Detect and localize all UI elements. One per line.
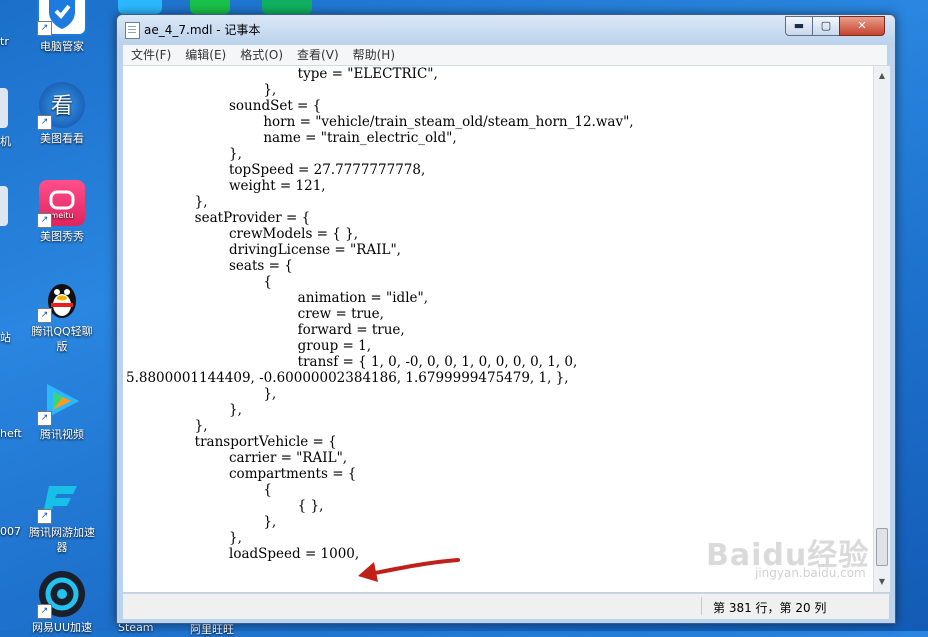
code-line: crew = true, xyxy=(126,306,384,322)
desktop-icon-meitu-kankan[interactable]: 看 ↗ 美图看看 xyxy=(27,82,97,146)
code-line: }, xyxy=(126,386,277,402)
menu-bar: 文件(F) 编辑(E) 格式(O) 查看(V) 帮助(H) xyxy=(123,45,887,66)
eye-viewer-icon: 看 ↗ xyxy=(37,82,85,130)
annotation-arrow-icon xyxy=(358,558,460,582)
shield-icon: ↗ xyxy=(37,0,87,36)
svg-text:看: 看 xyxy=(51,94,73,119)
desktop-icon-label: 电脑管家 xyxy=(40,40,84,53)
desktop-icon-label: 美图秀秀 xyxy=(40,230,84,243)
desktop-icon-label: 网易UU加速 xyxy=(31,621,93,634)
title-bar[interactable]: ae_4_7.mdl - 记事本 ▬ ▢ ✕ xyxy=(117,15,895,43)
desktop-edge-label: 机 xyxy=(0,135,11,148)
minimize-button[interactable]: ▬ xyxy=(785,16,813,36)
shortcut-arrow-icon: ↗ xyxy=(37,411,52,426)
shortcut-arrow-icon: ↗ xyxy=(37,21,52,36)
scroll-down-icon[interactable]: ▼ xyxy=(874,574,890,590)
code-line: drivingLicense = "RAIL", xyxy=(126,242,401,258)
vertical-scrollbar[interactable]: ▲ ▼ xyxy=(873,66,890,592)
code-line: }, xyxy=(126,418,208,434)
code-line: crewModels = { }, xyxy=(126,226,359,242)
code-text: type = "ELECTRIC", }, soundSet = { horn … xyxy=(123,66,873,562)
code-line: type = "ELECTRIC", xyxy=(126,66,438,82)
desktop-icon-tencent-video[interactable]: ↗ 腾讯视频 xyxy=(27,378,97,442)
code-line: seats = { xyxy=(126,258,293,274)
code-line: { }, xyxy=(126,498,324,514)
code-line: { xyxy=(126,274,272,290)
text-editor[interactable]: type = "ELECTRIC", }, soundSet = { horn … xyxy=(123,66,873,592)
partial-desktop-icon[interactable] xyxy=(262,0,312,14)
penguin-icon: ↗ xyxy=(37,275,85,323)
code-line: transf = { 1, 0, -0, 0, 0, 1, 0, 0, 0, 0… xyxy=(126,354,578,370)
close-button[interactable]: ✕ xyxy=(839,16,885,36)
code-line: seatProvider = { xyxy=(126,210,311,226)
code-line: group = 1, xyxy=(126,338,371,354)
menu-edit[interactable]: 编辑(E) xyxy=(177,45,232,63)
desktop-icon-pc-manager[interactable]: ↗ 电脑管家 xyxy=(27,0,97,54)
status-divider xyxy=(701,597,702,615)
window-title: ae_4_7.mdl - 记事本 xyxy=(144,23,261,37)
desktop-edge-label: tr xyxy=(0,35,9,48)
code-line: }, xyxy=(126,82,277,98)
desktop-icon-uu-accelerator[interactable]: ↗ 网易UU加速 xyxy=(27,571,97,635)
code-line: weight = 121, xyxy=(126,178,326,194)
baidu-watermark-url: jingyan.baidu.com xyxy=(755,566,866,580)
desktop-icon-label: 美图看看 xyxy=(40,132,84,145)
meitu-logo-icon: meitu ↗ xyxy=(37,180,85,228)
partial-desktop-icon[interactable] xyxy=(0,88,8,128)
desktop-icon-label: 腾讯视频 xyxy=(40,428,84,441)
code-line: soundSet = { xyxy=(126,98,322,114)
cursor-position: 第 381 行，第 20 列 xyxy=(713,601,827,615)
code-line: }, xyxy=(126,194,208,210)
desktop-edge-label: heft xyxy=(0,427,22,440)
partial-desktop-icon[interactable] xyxy=(0,186,8,226)
code-line: }, xyxy=(126,146,242,162)
shortcut-arrow-icon: ↗ xyxy=(37,308,52,323)
menu-view[interactable]: 查看(V) xyxy=(289,45,345,63)
maximize-button[interactable]: ▢ xyxy=(812,16,840,36)
desktop-icon-qq[interactable]: ↗ 腾讯QQ轻聊版 xyxy=(27,275,97,354)
desktop-edge-label: 007 xyxy=(0,525,21,538)
code-line: horn = "vehicle/train_steam_old/steam_ho… xyxy=(126,114,634,130)
desktop-icon-label: 腾讯网游加速器 xyxy=(29,526,95,554)
desktop-icon-meitu-xiuxiu[interactable]: meitu ↗ 美图秀秀 xyxy=(27,180,97,244)
svg-text:meitu: meitu xyxy=(50,211,73,220)
play-icon: ↗ xyxy=(37,378,85,426)
shortcut-arrow-icon: ↗ xyxy=(37,509,52,524)
code-line: }, xyxy=(126,402,242,418)
menu-help[interactable]: 帮助(H) xyxy=(345,45,401,63)
code-line: carrier = "RAIL", xyxy=(126,450,348,466)
menu-file[interactable]: 文件(F) xyxy=(123,45,177,63)
code-line: compartments = { xyxy=(126,466,357,482)
notepad-icon xyxy=(125,22,140,39)
code-line: transportVehicle = { xyxy=(126,434,337,450)
code-line: animation = "idle", xyxy=(126,290,429,306)
desktop-icon-label: 腾讯QQ轻聊版 xyxy=(31,325,93,353)
scroll-up-icon[interactable]: ▲ xyxy=(874,68,890,84)
code-line: name = "train_electric_old", xyxy=(126,130,457,146)
scroll-thumb[interactable] xyxy=(876,528,888,566)
partial-desktop-icon[interactable] xyxy=(190,0,230,14)
code-line: topSpeed = 27.7777777778, xyxy=(126,162,426,178)
code-line: { xyxy=(126,482,272,498)
shortcut-arrow-icon: ↗ xyxy=(37,115,52,130)
desktop-icon-game-accelerator[interactable]: ↗ 腾讯网游加速器 xyxy=(27,476,97,555)
code-line: 5.8800001144409, -0.60000002384186, 1.67… xyxy=(126,370,569,386)
shortcut-arrow-icon: ↗ xyxy=(37,213,52,228)
code-line: forward = true, xyxy=(126,322,405,338)
partial-desktop-icon[interactable] xyxy=(118,0,162,14)
uu-logo-icon: ↗ xyxy=(37,571,85,619)
desktop-edge-label: 站 xyxy=(0,331,11,344)
status-bar: 第 381 行，第 20 列 xyxy=(123,593,889,619)
code-line: }, xyxy=(126,514,277,530)
menu-format[interactable]: 格式(O) xyxy=(232,45,289,63)
accelerator-logo-icon: ↗ xyxy=(37,476,85,524)
shortcut-arrow-icon: ↗ xyxy=(37,604,52,619)
